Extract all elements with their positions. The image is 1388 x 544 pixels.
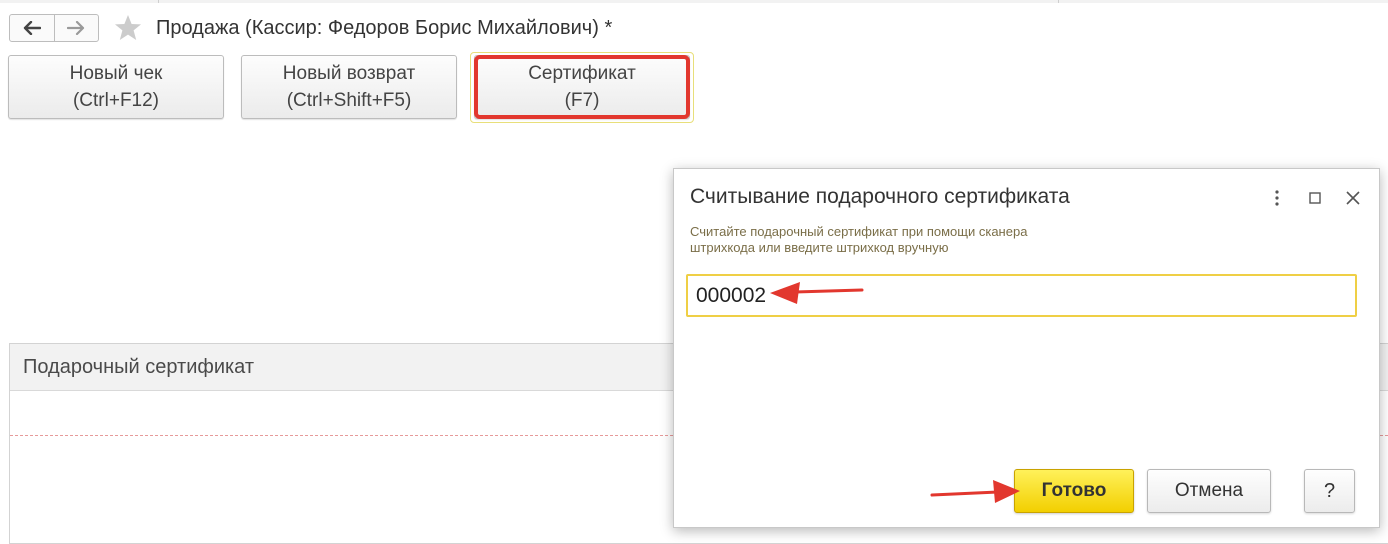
cancel-button[interactable]: Отмена [1147,469,1271,513]
maximize-button[interactable] [1303,186,1327,210]
back-arrow-icon [23,21,41,35]
done-button[interactable]: Готово [1014,469,1134,513]
barcode-input[interactable] [686,274,1357,317]
button-label: Сертификат [528,63,636,84]
top-strip-divider [1058,0,1059,3]
more-vertical-icon [1275,190,1279,206]
top-strip [0,0,1388,3]
close-button[interactable] [1341,186,1365,210]
button-label: Новый возврат [282,63,416,84]
hint-line: Считайте подарочный сертификат при помощ… [690,224,1028,239]
navigation-group [9,14,99,42]
forward-button[interactable] [53,15,99,41]
back-button[interactable] [10,15,54,41]
dialog-hint: Считайте подарочный сертификат при помощ… [690,224,1170,256]
button-shortcut: (Ctrl+F12) [72,90,160,111]
hint-line: штрихкода или введите штрихкод вручную [690,240,949,255]
maximize-icon [1309,192,1321,204]
top-strip-divider [158,0,159,3]
button-shortcut: (F7) [564,90,600,111]
forward-arrow-icon [67,21,85,35]
button-shortcut: (Ctrl+Shift+F5) [286,90,412,111]
page-title: Продажа (Кассир: Федоров Борис Михайлови… [156,17,613,39]
close-icon [1346,191,1360,205]
dialog-title: Считывание подарочного сертификата [690,185,1070,208]
button-label: Новый чек [69,63,163,84]
more-button[interactable] [1265,186,1289,210]
help-button[interactable]: ? [1304,469,1355,513]
certificate-button[interactable]: Сертификат (F7) [474,55,690,119]
dialog-controls [1265,186,1365,210]
certificate-dialog: Считывание подарочного сертификата Счита… [673,168,1380,528]
new-return-button[interactable]: Новый возврат (Ctrl+Shift+F5) [241,55,457,119]
new-receipt-button[interactable]: Новый чек (Ctrl+F12) [8,55,224,119]
star-icon[interactable] [113,13,143,43]
